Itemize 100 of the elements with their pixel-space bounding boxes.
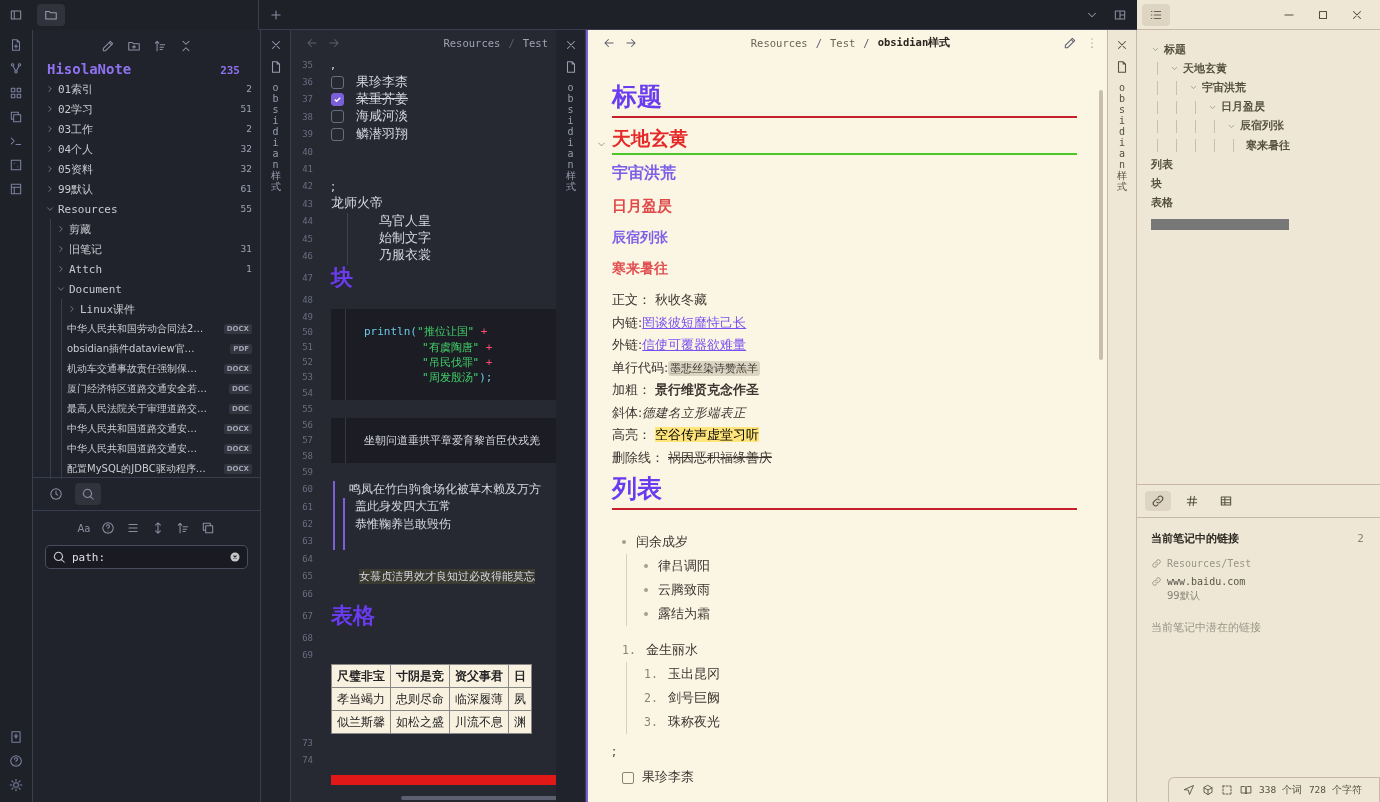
file-item[interactable]: 配置MySQL的JDBC驱动程序…: [67, 462, 206, 476]
breadcrumb-item[interactable]: Resources: [750, 37, 808, 49]
chevron-down-icon[interactable]: [45, 204, 55, 214]
folder-item[interactable]: 04个人: [58, 141, 94, 157]
grid-icon[interactable]: [9, 86, 23, 100]
outline-item[interactable]: 列表: [1151, 157, 1173, 172]
back-icon[interactable]: [305, 36, 319, 50]
folder-item[interactable]: 01索引: [58, 81, 94, 97]
graph-icon[interactable]: [9, 62, 23, 76]
checkbox[interactable]: [331, 110, 344, 124]
outline-block[interactable]: [1151, 218, 1289, 230]
chevron-right-icon[interactable]: [56, 224, 66, 234]
navigate-icon[interactable]: [1183, 784, 1195, 796]
outline-item[interactable]: 块: [1151, 176, 1162, 191]
back-icon[interactable]: [602, 36, 616, 50]
breadcrumb-item[interactable]: Test: [522, 37, 548, 49]
match-case-toggle[interactable]: Aa: [77, 522, 91, 534]
chevron-right-icon[interactable]: [45, 104, 55, 114]
folder-item[interactable]: Resources: [58, 202, 118, 216]
sidebar-toggle-icon[interactable]: [9, 8, 23, 22]
file-item[interactable]: obsidian插件dataview官…: [67, 342, 195, 356]
chevron-right-icon[interactable]: [45, 124, 55, 134]
chevron-right-icon[interactable]: [56, 264, 66, 274]
file-item[interactable]: 机动车交通事故责任强制保…: [67, 362, 197, 376]
folder-item[interactable]: Linux课件: [80, 301, 136, 317]
help-icon[interactable]: [101, 521, 116, 535]
selection-icon[interactable]: [1221, 784, 1233, 796]
cube-icon[interactable]: [1202, 784, 1214, 796]
chevron-down-icon[interactable]: [56, 284, 66, 294]
file-item[interactable]: 中华人民共和国道路交通安…: [67, 422, 197, 436]
list-icon[interactable]: [126, 521, 141, 535]
file-item[interactable]: 中华人民共和国劳动合同法2…: [67, 322, 204, 336]
outline-item[interactable]: 辰宿列张: [1240, 119, 1284, 134]
copy-icon[interactable]: [201, 521, 216, 535]
outline-item[interactable]: 标题: [1164, 42, 1186, 57]
link-item[interactable]: www.baidu.com: [1167, 576, 1246, 587]
folder-item[interactable]: 99默认: [58, 181, 94, 197]
outline-tab[interactable]: [1142, 3, 1170, 26]
folder-item[interactable]: 03工作: [58, 121, 94, 137]
tab-title[interactable]: obsidian样式: [565, 82, 576, 192]
file-item[interactable]: 最高人民法院关于审理道路交…: [67, 402, 207, 416]
chevron-right-icon[interactable]: [45, 84, 55, 94]
folder-item[interactable]: 05资料: [58, 161, 94, 177]
forward-icon[interactable]: [327, 36, 341, 50]
vault-icon[interactable]: [9, 730, 23, 744]
outline-item[interactable]: 表格: [1151, 196, 1173, 211]
checkbox[interactable]: [331, 127, 344, 141]
external-link[interactable]: 信使可覆器欲难量: [642, 337, 747, 352]
sort-icon[interactable]: [176, 521, 191, 535]
layout-icon[interactable]: [1113, 7, 1127, 22]
scrollbar[interactable]: [401, 796, 556, 800]
breadcrumb-item[interactable]: Resources: [443, 37, 501, 49]
outline-item[interactable]: 日月盈昃: [1221, 100, 1265, 115]
chevron-right-icon[interactable]: [67, 304, 77, 314]
copy-icon[interactable]: [9, 110, 23, 124]
vault-name[interactable]: HisolaNote: [47, 61, 132, 77]
template-icon[interactable]: [9, 182, 23, 196]
folder-item[interactable]: 剪藏: [69, 221, 91, 237]
chevron-right-icon[interactable]: [45, 144, 55, 154]
edit-icon[interactable]: [1063, 36, 1077, 50]
search-tab[interactable]: [75, 483, 101, 505]
sort-icon[interactable]: [152, 39, 167, 53]
chevron-right-icon[interactable]: [45, 184, 55, 194]
scrollbar[interactable]: [1099, 90, 1103, 360]
tab-title[interactable]: obsidian样式: [270, 82, 281, 192]
book-icon[interactable]: [1240, 784, 1252, 796]
search-field[interactable]: path:: [45, 545, 248, 569]
new-folder-icon[interactable]: [126, 39, 141, 53]
breadcrumb-item[interactable]: obsidian样式: [877, 36, 951, 50]
table-cell: 临深履薄: [449, 687, 509, 711]
help-icon[interactable]: [9, 754, 23, 768]
clear-icon[interactable]: [229, 551, 241, 563]
tab-title[interactable]: obsidian样式: [1117, 82, 1127, 192]
list-marker: 3.: [644, 715, 658, 729]
outgoing-links-tab[interactable]: [1145, 491, 1171, 511]
outline-item[interactable]: 宇宙洪荒: [1202, 80, 1246, 95]
outline-item[interactable]: 寒来暑往: [1246, 138, 1290, 153]
terminal-icon[interactable]: [9, 134, 23, 148]
file-explorer-tab[interactable]: [37, 4, 65, 26]
chevron-right-icon[interactable]: [56, 244, 66, 254]
folder-item[interactable]: 02学习: [58, 101, 94, 117]
folder-item[interactable]: Document: [69, 282, 122, 296]
folder-item[interactable]: 旧笔记: [69, 241, 102, 257]
new-tab-icon[interactable]: [269, 7, 283, 22]
folder-item[interactable]: Attch: [69, 262, 103, 276]
new-note-icon[interactable]: [100, 39, 115, 53]
dice-icon[interactable]: [9, 158, 23, 172]
checkbox[interactable]: [622, 771, 634, 784]
close-icon[interactable]: [1115, 38, 1129, 52]
file-item[interactable]: 厦门经济特区道路交通安全若…: [67, 382, 207, 396]
settings-icon[interactable]: [9, 778, 23, 792]
new-note-icon[interactable]: [9, 38, 23, 52]
checkbox[interactable]: [331, 75, 344, 89]
forward-icon[interactable]: [624, 36, 638, 50]
internal-link[interactable]: 罔谈彼短靡恃己长: [642, 314, 747, 330]
checkbox[interactable]: [331, 92, 344, 106]
breadcrumb-item[interactable]: Test: [830, 37, 856, 49]
outline-item[interactable]: 天地玄黄: [1183, 61, 1227, 76]
chevron-right-icon[interactable]: [45, 164, 55, 174]
file-item[interactable]: 中华人民共和国道路交通安…: [67, 442, 197, 456]
